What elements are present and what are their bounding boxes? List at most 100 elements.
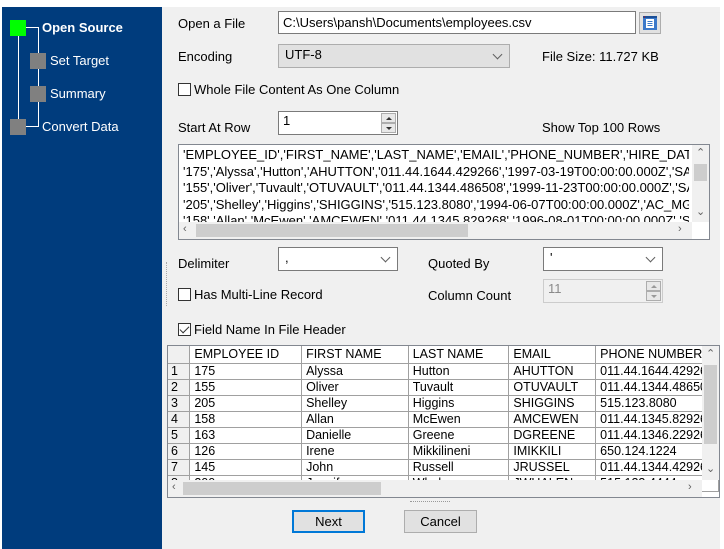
table-cell[interactable]: Alyssa [301, 363, 409, 380]
encoding-select[interactable]: UTF-8 [278, 44, 510, 68]
column-header[interactable]: PHONE NUMBER [595, 346, 719, 364]
next-button[interactable]: Next [292, 510, 365, 533]
table-cell[interactable]: Hutton [408, 363, 510, 380]
delimiter-label: Delimiter [178, 256, 230, 271]
file-path-input[interactable]: C:\Users\pansh\Documents\employees.csv [278, 11, 636, 34]
scroll-thumb[interactable] [183, 482, 381, 495]
table-row[interactable]: 5 163 Danielle Greene DGREENE 011.44.1346.229… [168, 427, 719, 444]
column-header[interactable]: EMAIL [508, 346, 597, 364]
data-table: EMPLOYEE ID FIRST NAME LAST NAME EMAIL P… [168, 346, 719, 492]
preview-line: '175','Alyssa','Hutton','AHUTTON','011.4… [183, 163, 689, 179]
scroll-thumb[interactable] [196, 224, 468, 237]
multiline-checkbox[interactable] [178, 288, 191, 301]
spin-up-button [646, 281, 661, 291]
splitter-handle[interactable] [410, 501, 450, 503]
table-cell[interactable]: 158 [189, 411, 303, 428]
table-row[interactable]: 7 145 John Russell JRUSSEL 011.44.1344.429268 [168, 459, 719, 476]
table-cell[interactable]: Mikkilineni [408, 443, 510, 460]
table-cell[interactable]: 175 [189, 363, 303, 380]
step-convert-data[interactable]: Convert Data [42, 119, 119, 134]
scroll-right-icon[interactable]: › [688, 482, 692, 493]
chevron-down-icon [645, 252, 656, 263]
preview-line: '158','Allan','McEwen','AMCEWEN','011.44… [183, 213, 689, 222]
table-cell[interactable]: 650.124.1224 [595, 443, 719, 460]
scroll-thumb[interactable] [694, 164, 707, 181]
quoted-by-select[interactable]: ' [543, 247, 663, 271]
table-row[interactable]: 4 158 Allan McEwen AMCEWEN 011.44.1345.829268 [168, 411, 719, 428]
table-cell[interactable]: AHUTTON [508, 363, 597, 380]
scroll-thumb[interactable] [704, 365, 717, 444]
spin-down-button[interactable] [381, 123, 396, 133]
table-cell[interactable]: John [301, 459, 409, 476]
column-count-label: Column Count [428, 288, 512, 303]
table-cell[interactable]: DGREENE [508, 427, 597, 444]
scroll-up-icon[interactable]: ⌃ [696, 148, 705, 159]
table-cell[interactable]: Irene [301, 443, 409, 460]
table-cell[interactable]: Greene [408, 427, 510, 444]
table-cell[interactable]: 126 [189, 443, 303, 460]
scroll-down-icon[interactable]: ⌄ [696, 207, 705, 218]
multiline-label[interactable]: Has Multi-Line Record [194, 287, 323, 302]
table-cell[interactable]: IMIKKILI [508, 443, 597, 460]
delimiter-select[interactable]: , [278, 247, 398, 271]
table-cell[interactable]: 011.44.1345.829268 [595, 411, 719, 428]
browse-file-button[interactable] [639, 12, 661, 34]
table-cell[interactable]: Oliver [301, 379, 409, 396]
table-cell[interactable]: JRUSSEL [508, 459, 597, 476]
table-cell[interactable]: Allan [301, 411, 409, 428]
column-count-value: 11 [548, 281, 562, 296]
table-cell[interactable]: 205 [189, 395, 303, 412]
field-header-checkbox[interactable] [178, 323, 191, 336]
step-indicator-open-source [10, 20, 26, 36]
table-cell[interactable]: 163 [189, 427, 303, 444]
table-cell[interactable]: 515.123.8080 [595, 395, 719, 412]
grid-vertical-scrollbar[interactable]: ⌃ ⌄ [702, 346, 719, 480]
table-row[interactable]: 6 126 Irene Mikkilineni IMIKKILI 650.124.1224 [168, 443, 719, 460]
step-set-target[interactable]: Set Target [50, 53, 109, 68]
step-open-source[interactable]: Open Source [42, 20, 123, 35]
whole-file-checkbox[interactable] [178, 83, 191, 96]
table-cell[interactable]: 011.44.1344.486508 [595, 379, 719, 396]
data-grid[interactable]: EMPLOYEE ID FIRST NAME LAST NAME EMAIL P… [167, 345, 720, 498]
table-cell[interactable]: AMCEWEN [508, 411, 597, 428]
arrow-up-icon [651, 285, 657, 288]
file-preview-textarea[interactable]: 'EMPLOYEE_ID','FIRST_NAME','LAST_NAME','… [178, 144, 710, 240]
preview-vertical-scrollbar[interactable]: ⌃ ⌄ [692, 145, 709, 222]
field-header-label[interactable]: Field Name In File Header [194, 322, 346, 337]
grid-horizontal-scrollbar[interactable]: ‹ › [168, 480, 702, 497]
table-cell[interactable]: 011.44.1346.229268 [595, 427, 719, 444]
table-cell[interactable]: Higgins [408, 395, 510, 412]
table-cell[interactable]: SHIGGINS [508, 395, 597, 412]
table-cell[interactable]: Tuvault [408, 379, 510, 396]
table-cell[interactable]: OTUVAULT [508, 379, 597, 396]
scroll-right-icon[interactable]: › [678, 224, 682, 235]
scroll-up-icon[interactable]: ⌃ [706, 349, 715, 360]
start-row-spinner[interactable]: 1 [278, 111, 398, 135]
table-cell[interactable]: 145 [189, 459, 303, 476]
table-cell[interactable]: Shelley [301, 395, 409, 412]
table-cell[interactable]: Danielle [301, 427, 409, 444]
table-cell[interactable]: 011.44.1344.429268 [595, 459, 719, 476]
table-cell[interactable]: McEwen [408, 411, 510, 428]
step-summary[interactable]: Summary [50, 86, 106, 101]
preview-horizontal-scrollbar[interactable]: ‹ › [179, 222, 692, 239]
preview-line: 'EMPLOYEE_ID','FIRST_NAME','LAST_NAME','… [183, 147, 689, 162]
whole-file-label[interactable]: Whole File Content As One Column [194, 82, 399, 97]
column-header[interactable]: FIRST NAME [301, 346, 409, 364]
scroll-down-icon[interactable]: ⌄ [706, 464, 715, 475]
scroll-left-icon[interactable]: ‹ [172, 482, 176, 493]
scroll-left-icon[interactable]: ‹ [183, 224, 187, 235]
spin-up-button[interactable] [381, 113, 396, 123]
table-cell[interactable]: 155 [189, 379, 303, 396]
table-row[interactable]: 2 155 Oliver Tuvault OTUVAULT 011.44.1344.486… [168, 379, 719, 396]
column-header[interactable]: LAST NAME [408, 346, 510, 364]
cancel-button[interactable]: Cancel [404, 510, 477, 533]
table-row[interactable]: 1 175 Alyssa Hutton AHUTTON 011.44.1644.42926… [168, 363, 719, 380]
table-row[interactable]: 3 205 Shelley Higgins SHIGGINS 515.123.8080 [168, 395, 719, 412]
step-indicator-convert-data [10, 119, 26, 135]
table-cell[interactable]: Russell [408, 459, 510, 476]
splitter-handle[interactable] [166, 262, 167, 306]
column-header[interactable]: EMPLOYEE ID [189, 346, 303, 364]
table-cell[interactable]: 011.44.1644.429266 [595, 363, 719, 380]
step-indicator-set-target [30, 53, 46, 69]
